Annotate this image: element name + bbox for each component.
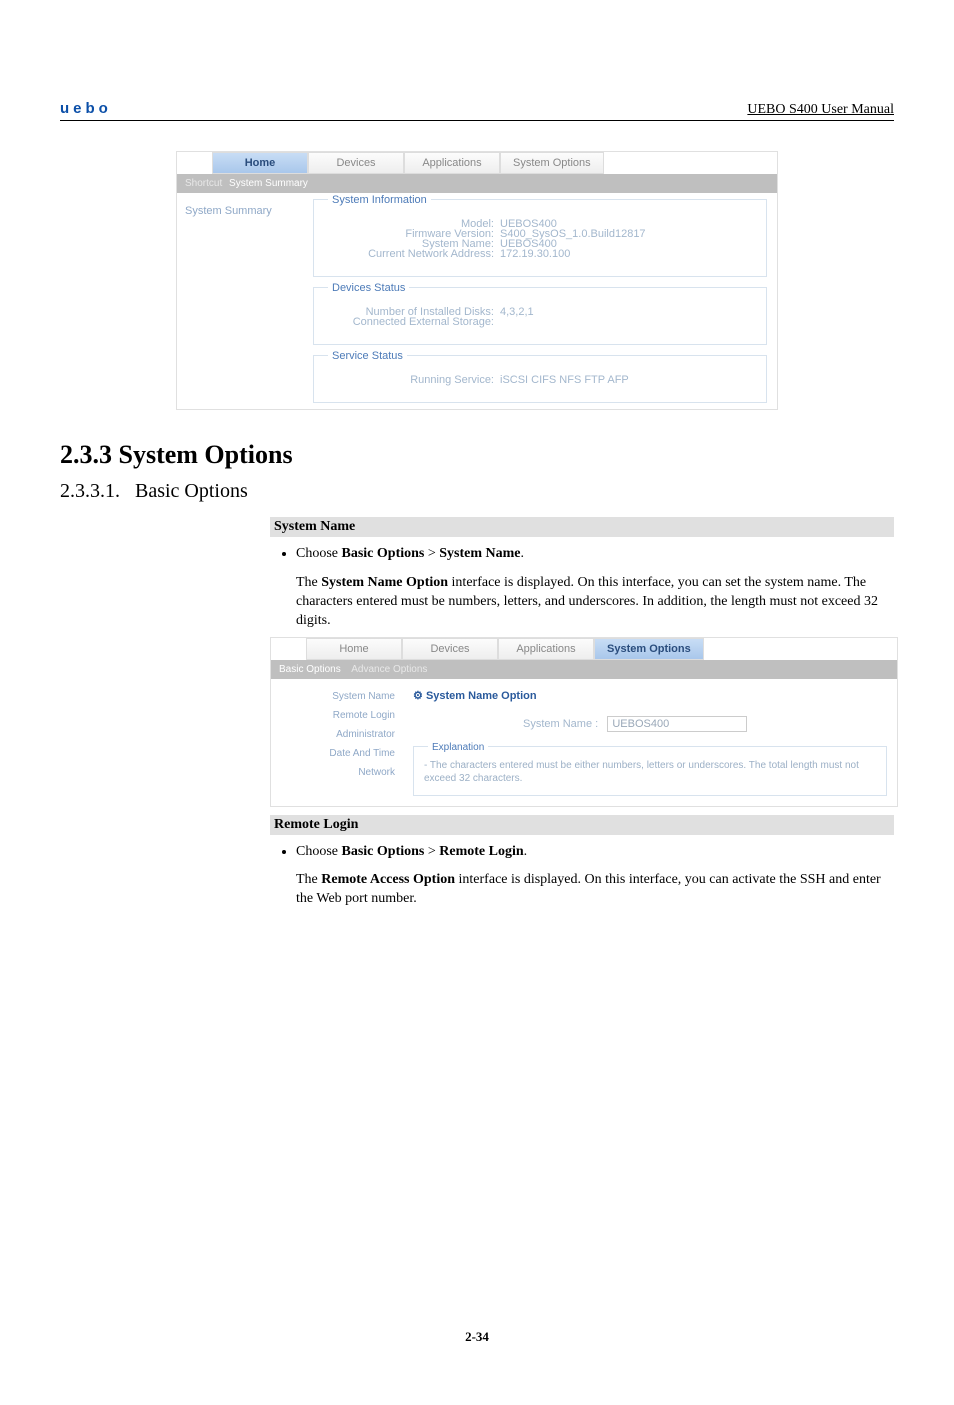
bullet-choose-remote-login: Choose Basic Options > Remote Login.: [296, 843, 894, 862]
brand-logo: uebo: [60, 100, 112, 117]
sidebar-item-administrator[interactable]: Administrator: [285, 729, 395, 740]
sidebar-item-system-name[interactable]: System Name: [285, 691, 395, 702]
value-ext-storage: [500, 316, 756, 328]
text-explanation: - The characters entered must be either …: [424, 759, 876, 785]
value-running-service: iSCSI CIFS NFS FTP AFP: [500, 374, 756, 386]
label-running-service: Running Service:: [324, 374, 500, 386]
fieldset-devices-status: Devices Status Number of Installed Disks…: [313, 287, 767, 345]
section-label-remote-login: Remote Login: [270, 815, 894, 835]
legend-service-status: Service Status: [328, 350, 407, 362]
label-ext-storage: Connected External Storage:: [324, 316, 500, 328]
fieldset-explanation: Explanation - The characters entered mus…: [413, 746, 887, 796]
subtab-prefix: Shortcut: [185, 178, 222, 189]
paragraph-system-name: The System Name Option interface is disp…: [296, 574, 894, 631]
sidebar-item-network[interactable]: Network: [285, 767, 395, 778]
subtab-advance-options[interactable]: Advance Options: [351, 664, 427, 675]
tab-home[interactable]: Home: [212, 152, 308, 174]
tab-applications[interactable]: Applications: [498, 638, 594, 660]
heading-basic-options: 2.3.3.1. Basic Options: [60, 480, 894, 503]
paragraph-remote-login: The Remote Access Option interface is di…: [296, 871, 894, 909]
panel-title-system-name-option: ⚙ System Name Option: [413, 689, 887, 702]
gear-icon: ⚙: [413, 690, 423, 702]
legend-explanation: Explanation: [428, 742, 488, 753]
fieldset-service-status: Service Status Running Service:iSCSI CIF…: [313, 355, 767, 403]
tab-home[interactable]: Home: [306, 638, 402, 660]
section-label-system-name: System Name: [270, 517, 894, 537]
screenshot-system-summary: Home Devices Applications System Options…: [176, 151, 778, 410]
subtab-system-summary[interactable]: System Summary: [229, 178, 308, 189]
label-system-name-field: System Name :: [523, 718, 598, 730]
screenshot-system-name-option: Home Devices Applications System Options…: [270, 637, 898, 807]
tab-devices[interactable]: Devices: [308, 152, 404, 174]
page-header: uebo UEBO S400 User Manual: [60, 100, 894, 121]
tab-devices[interactable]: Devices: [402, 638, 498, 660]
label-network-address: Current Network Address:: [324, 248, 500, 260]
heading-system-options: 2.3.3 System Options: [60, 440, 894, 470]
fieldset-system-information: System Information Model:UEBOS400 Firmwa…: [313, 199, 767, 277]
input-system-name[interactable]: UEBOS400: [607, 716, 747, 732]
sidebar-item-remote-login[interactable]: Remote Login: [285, 710, 395, 721]
sidebar-item-system-summary[interactable]: System Summary: [185, 205, 295, 217]
tab-system-options[interactable]: System Options: [500, 152, 604, 174]
value-network-address: 172.19.30.100: [500, 248, 756, 260]
legend-devices-status: Devices Status: [328, 282, 409, 294]
sidebar-item-date-time[interactable]: Date And Time: [285, 748, 395, 759]
page-number: 2-34: [60, 1329, 894, 1345]
tab-applications[interactable]: Applications: [404, 152, 500, 174]
subtab-basic-options[interactable]: Basic Options: [279, 664, 341, 675]
manual-title: UEBO S400 User Manual: [747, 102, 894, 118]
legend-system-information: System Information: [328, 194, 431, 206]
tab-system-options[interactable]: System Options: [594, 638, 704, 660]
bullet-choose-system-name: Choose Basic Options > System Name.: [296, 545, 894, 564]
